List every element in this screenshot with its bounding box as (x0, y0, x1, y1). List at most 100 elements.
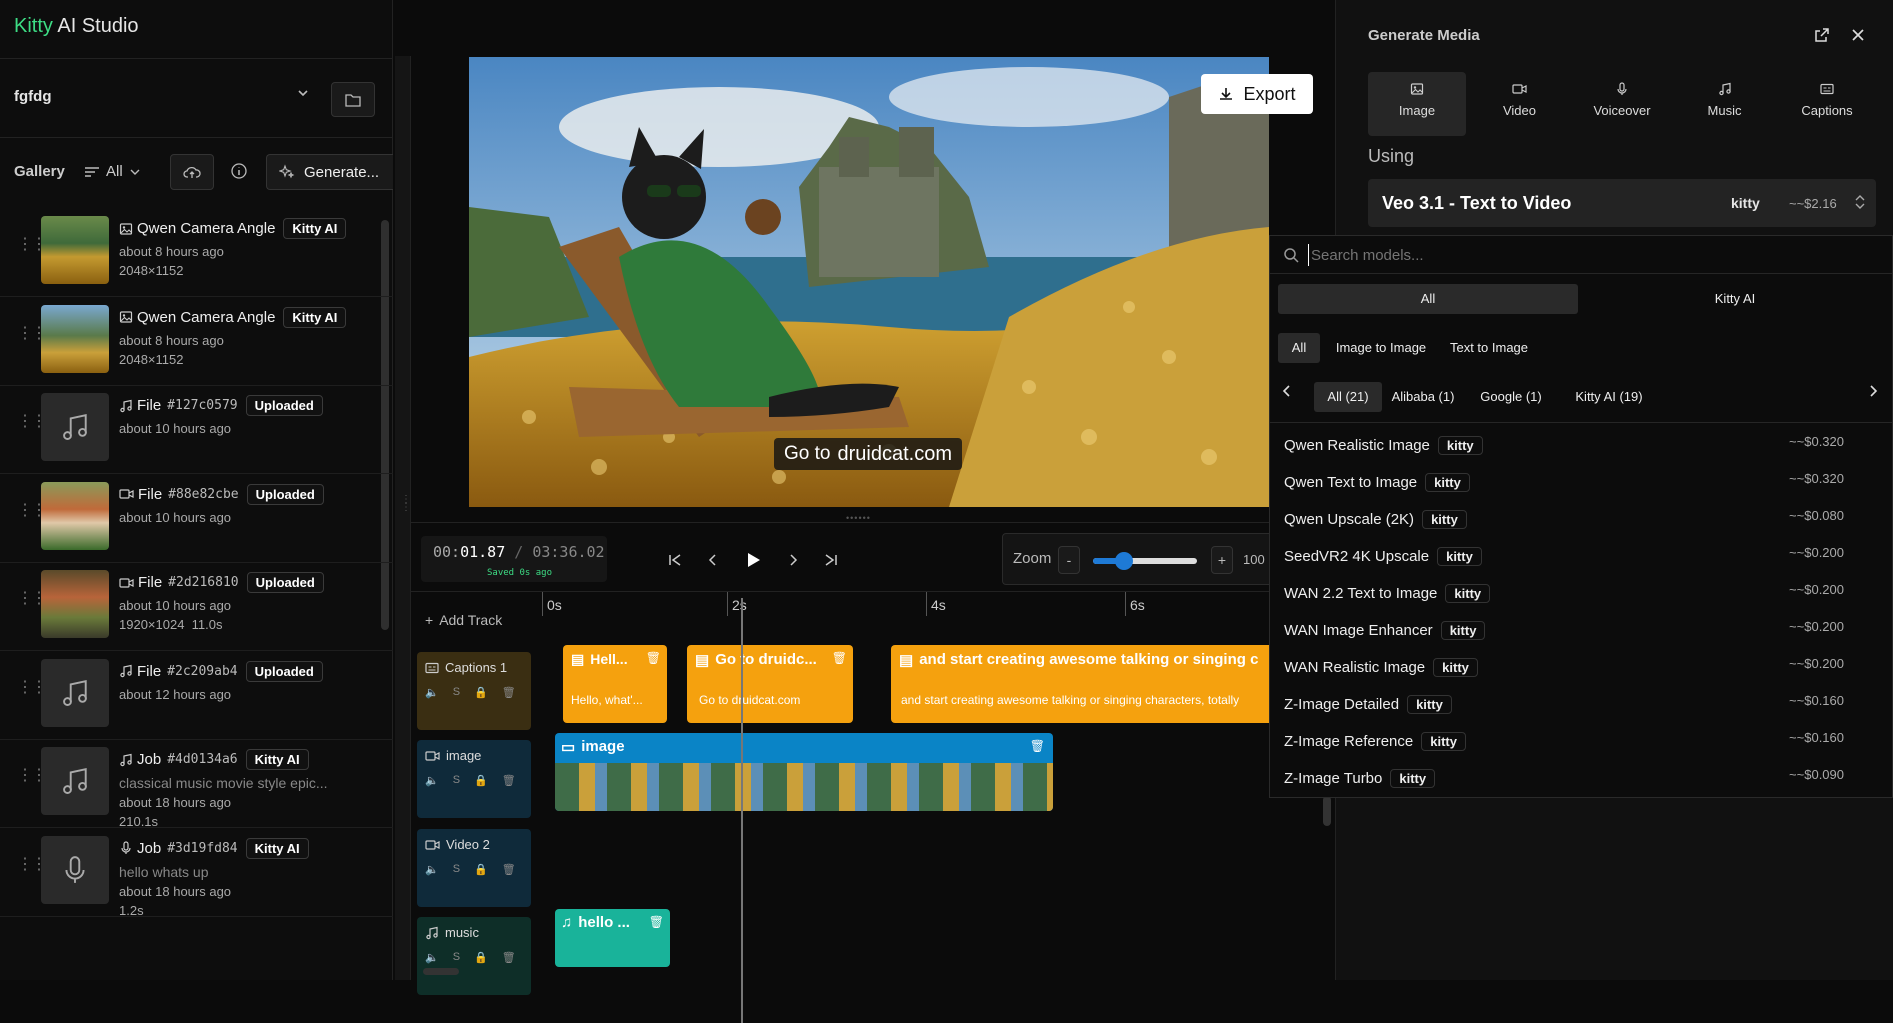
gallery-item[interactable]: ⋮⋮ Qwen Camera Angle Kitty AI about 8 hours… (0, 208, 393, 297)
caption-clip[interactable]: ▤ Go to druidc... 🗑 Go to druidcat.com (687, 645, 853, 723)
gallery-item[interactable]: ⋮⋮ File #2d216810 Uploaded about 10 hours ag… (0, 562, 393, 651)
model-option[interactable]: Qwen Realistic Image kitty ~~$0.320 (1284, 428, 1880, 465)
panel-splitter[interactable]: •••••• (411, 513, 1335, 523)
vendor-tab[interactable]: Alibaba (1) (1386, 382, 1460, 412)
track-header[interactable]: Captions 1 🔈 S 🔒 🗑 (417, 652, 531, 730)
playhead[interactable] (741, 598, 743, 1023)
gallery-filter[interactable]: All (84, 163, 141, 180)
trash-icon[interactable]: 🗑 (502, 774, 516, 787)
vendor-tab[interactable]: Google (1) (1466, 382, 1556, 412)
provider-badge: kitty (1433, 658, 1478, 677)
volume-icon[interactable]: 🔈 (425, 951, 439, 964)
external-link-icon[interactable] (1814, 27, 1830, 46)
tab-captions[interactable]: Captions (1778, 72, 1876, 136)
skip-end-icon[interactable] (823, 552, 839, 568)
provider-tab[interactable]: All (1278, 284, 1578, 314)
model-option-name: Z-Image Turbo (1284, 770, 1383, 787)
step-back-icon[interactable] (705, 552, 721, 568)
type-tab[interactable]: Text to Image (1442, 333, 1536, 363)
volume-icon[interactable]: 🔈 (425, 774, 439, 787)
mic-icon (41, 836, 109, 904)
save-status: Saved 0s ago (487, 568, 553, 578)
chevron-left-icon[interactable] (1280, 384, 1294, 401)
track-header[interactable]: music 🔈 S 🔒 🗑 (417, 917, 531, 995)
solo-button[interactable]: S (453, 951, 460, 964)
caption-clip[interactable]: ▤ Hell... 🗑 Hello, what'... (563, 645, 667, 723)
model-option[interactable]: Z-Image Reference kitty ~~$0.160 (1284, 724, 1880, 761)
item-title: Qwen Camera Angle (137, 308, 276, 326)
volume-icon[interactable]: 🔈 (425, 686, 439, 699)
solo-button[interactable]: S (453, 863, 460, 876)
trash-icon[interactable]: 🗑 (649, 915, 664, 929)
model-option[interactable]: Z-Image Detailed kitty ~~$0.160 (1284, 687, 1880, 724)
trash-icon[interactable]: 🗑 (502, 863, 516, 876)
model-option[interactable]: Qwen Upscale (2K) kitty ~~$0.080 (1284, 502, 1880, 539)
generate-button[interactable]: Generate... (266, 154, 393, 190)
tab-video[interactable]: Video (1471, 72, 1569, 136)
volume-icon[interactable]: 🔈 (425, 863, 439, 876)
model-option[interactable]: Z-Image Turbo kitty ~~$0.090 (1284, 761, 1880, 798)
lock-icon[interactable]: 🔒 (474, 774, 488, 787)
tab-image[interactable]: Image (1368, 72, 1466, 136)
close-icon[interactable] (1850, 27, 1866, 46)
solo-button[interactable]: S (453, 686, 460, 699)
provider-tab[interactable]: Kitty AI (1585, 284, 1885, 314)
export-button[interactable]: Export (1201, 74, 1313, 114)
step-forward-icon[interactable] (785, 552, 801, 568)
upload-button[interactable] (170, 154, 214, 190)
gallery-item[interactable]: ⋮⋮ File #2c209ab4 Uploaded about 12 hours ag… (0, 651, 393, 740)
trash-icon[interactable]: 🗑 (1030, 739, 1045, 753)
project-name[interactable]: fgfdg (14, 88, 51, 105)
model-option-name: Qwen Realistic Image (1284, 437, 1430, 454)
model-option-price: ~~$0.320 (1789, 434, 1844, 449)
timeline-scrollbar[interactable] (423, 968, 1313, 976)
type-tab[interactable]: All (1278, 333, 1320, 363)
gallery-item[interactable]: ⋮⋮ File #88e82cbe Uploaded about 10 hours ag… (0, 474, 393, 563)
skip-start-icon[interactable] (667, 552, 683, 568)
music-icon (425, 926, 439, 940)
gallery-item[interactable]: ⋮⋮ File #127c0579 Uploaded about 10 hours ag… (0, 385, 393, 474)
trash-icon[interactable]: 🗑 (502, 686, 516, 699)
trash-icon[interactable]: 🗑 (502, 951, 516, 964)
trash-icon[interactable]: 🗑 (646, 651, 661, 665)
trash-icon[interactable]: 🗑 (832, 651, 847, 665)
lock-icon[interactable]: 🔒 (474, 686, 488, 699)
info-icon[interactable] (230, 162, 248, 183)
chevron-right-icon[interactable] (1866, 384, 1880, 401)
solo-button[interactable]: S (453, 774, 460, 787)
tab-music[interactable]: Music (1676, 72, 1774, 136)
add-track-button[interactable]: + Add Track (425, 612, 502, 628)
music-clip[interactable]: ♫ hello ... 🗑 (555, 909, 670, 967)
model-option-price: ~~$0.080 (1789, 508, 1844, 523)
open-folder-button[interactable] (331, 82, 375, 117)
vendor-tab[interactable]: Kitty AI (19) (1562, 382, 1656, 412)
left-panel: Kitty AI Studio fgfdg Gallery All Genera… (0, 0, 393, 980)
type-tab[interactable]: Image to Image (1326, 333, 1436, 363)
resize-handle[interactable]: ⋮ ⋮ (395, 56, 411, 980)
model-option[interactable]: WAN Image Enhancer kitty ~~$0.200 (1284, 613, 1880, 650)
item-time: about 10 hours ago (119, 421, 232, 436)
lock-icon[interactable]: 🔒 (474, 863, 488, 876)
zoom-in-button[interactable]: + (1211, 546, 1233, 574)
model-search[interactable] (1270, 236, 1892, 274)
model-selector[interactable]: Veo 3.1 - Text to Video kitty ~~$2.16 (1368, 179, 1876, 227)
zoom-slider[interactable] (1093, 552, 1197, 570)
model-option[interactable]: Qwen Text to Image kitty ~~$0.320 (1284, 465, 1880, 502)
tab-voiceover[interactable]: Voiceover (1573, 72, 1671, 136)
vendor-tab[interactable]: All (21) (1314, 382, 1382, 412)
model-option[interactable]: WAN 2.2 Text to Image kitty ~~$0.200 (1284, 576, 1880, 613)
model-option[interactable]: WAN Realistic Image kitty ~~$0.200 (1284, 650, 1880, 687)
image-clip[interactable]: ▭ image 🗑 (555, 733, 1053, 811)
gallery-item[interactable]: ⋮⋮ Job #4d0134a6 Kitty AI classical music mo… (0, 739, 393, 829)
search-input[interactable] (1308, 244, 1868, 266)
chevron-down-icon[interactable] (296, 86, 310, 103)
track-header[interactable]: Video 2 🔈 S 🔒 🗑 (417, 829, 531, 907)
gallery-item[interactable]: ⋮⋮ Job #3d19fd84 Kitty AI hello whats up abou… (0, 828, 393, 918)
timeline-vscroll[interactable] (1323, 796, 1331, 826)
gallery-item[interactable]: ⋮⋮ Qwen Camera Angle Kitty AI about 8 hours… (0, 297, 393, 386)
model-option[interactable]: SeedVR2 4K Upscale kitty ~~$0.200 (1284, 539, 1880, 576)
play-icon[interactable] (743, 550, 763, 570)
lock-icon[interactable]: 🔒 (474, 951, 488, 964)
track-header[interactable]: image 🔈 S 🔒 🗑 (417, 740, 531, 818)
zoom-out-button[interactable]: - (1058, 546, 1080, 574)
